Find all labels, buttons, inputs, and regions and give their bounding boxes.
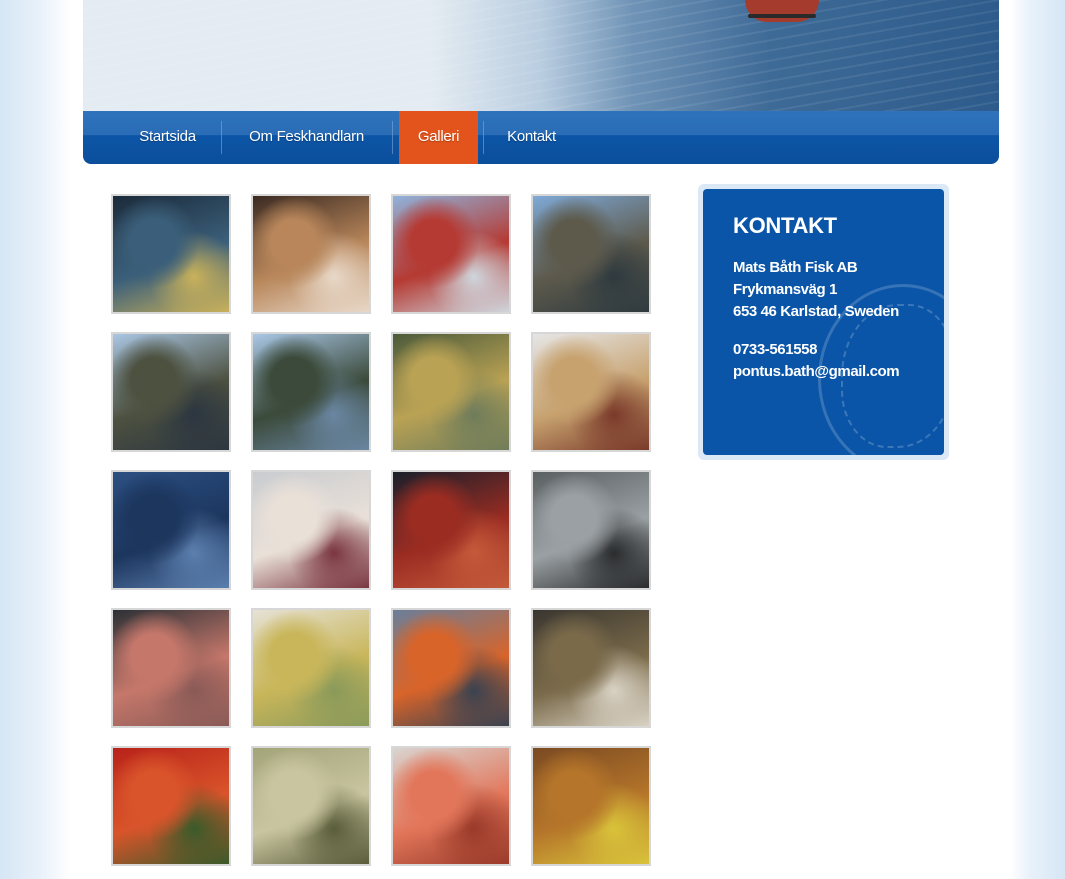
contact-box: KONTAKT Mats Båth Fisk AB Frykmansväg 1 … — [703, 189, 944, 455]
gallery-thumbnail[interactable] — [531, 194, 651, 314]
gallery-photo — [113, 472, 229, 588]
header-banner — [83, 0, 999, 112]
nav-separator — [392, 121, 393, 154]
gallery-thumbnail[interactable] — [251, 332, 371, 452]
gallery-photo — [253, 472, 369, 588]
gallery-photo — [253, 334, 369, 450]
gallery-thumbnail[interactable] — [391, 608, 511, 728]
gallery-photo — [393, 610, 509, 726]
gallery-photo — [393, 472, 509, 588]
contact-email[interactable]: pontus.bath@gmail.com — [733, 363, 900, 380]
nav-item-galleri[interactable]: Galleri — [399, 111, 478, 164]
nav-item-startsida[interactable]: Startsida — [125, 111, 210, 164]
gallery-photo — [113, 748, 229, 864]
boat-image — [745, 0, 819, 22]
gallery-thumbnail[interactable] — [391, 470, 511, 590]
gallery-photo — [533, 334, 649, 450]
gallery-photo — [533, 748, 649, 864]
gallery-thumbnail[interactable] — [111, 194, 231, 314]
nav-item-om-feskhandlarn[interactable]: Om Feskhandlarn — [233, 111, 380, 164]
gallery-photo — [253, 748, 369, 864]
gallery-thumbnail[interactable] — [531, 332, 651, 452]
gallery-thumbnail[interactable] — [251, 470, 371, 590]
gallery-thumbnail[interactable] — [251, 746, 371, 866]
gallery-thumbnail[interactable] — [251, 194, 371, 314]
gallery-thumbnail[interactable] — [111, 746, 231, 866]
gallery-photo — [533, 472, 649, 588]
gallery-photo — [253, 610, 369, 726]
gallery-photo — [533, 196, 649, 312]
contact-company: Mats Båth Fisk AB — [733, 259, 858, 276]
contact-phone[interactable]: 0733-561558 — [733, 341, 817, 358]
nav-separator — [221, 121, 222, 154]
gallery-photo — [113, 610, 229, 726]
gallery-photo — [113, 334, 229, 450]
contact-heading: KONTAKT — [733, 213, 837, 238]
contact-city: 653 46 Karlstad, Sweden — [733, 303, 899, 320]
gallery-thumbnail[interactable] — [531, 608, 651, 728]
gallery-thumbnail[interactable] — [391, 194, 511, 314]
gallery-photo — [253, 196, 369, 312]
gallery-thumbnail[interactable] — [531, 746, 651, 866]
gallery-photo — [393, 196, 509, 312]
gallery-thumbnail[interactable] — [391, 332, 511, 452]
nav-separator — [483, 121, 484, 154]
gallery-thumbnail[interactable] — [391, 746, 511, 866]
gallery-thumbnail[interactable] — [111, 470, 231, 590]
gallery-thumbnail[interactable] — [531, 470, 651, 590]
gallery-thumbnail[interactable] — [111, 608, 231, 728]
gallery-photo — [113, 196, 229, 312]
gallery-photo — [393, 748, 509, 864]
gallery-thumbnail[interactable] — [251, 608, 371, 728]
main-navigation: Startsida Om Feskhandlarn Galleri Kontak… — [83, 111, 999, 164]
nav-item-kontakt[interactable]: Kontakt — [493, 111, 570, 164]
sea-image — [83, 0, 999, 112]
gallery-photo — [393, 334, 509, 450]
contact-street: Frykmansväg 1 — [733, 281, 838, 298]
boat-hull-stripe — [748, 14, 816, 18]
gallery-thumbnail[interactable] — [111, 332, 231, 452]
gallery-photo — [533, 610, 649, 726]
